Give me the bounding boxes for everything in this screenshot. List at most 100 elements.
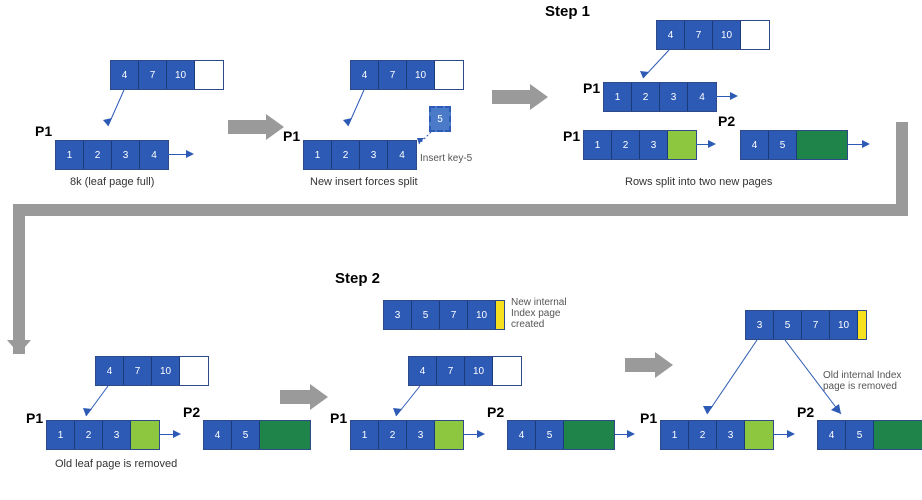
leaf-cell: 4 xyxy=(508,421,536,449)
stageE-leaf-p1: 1 2 3 xyxy=(350,420,464,450)
leaf-cell: 1 xyxy=(604,83,632,111)
leaf-cell: 4 xyxy=(204,421,232,449)
leaf-cell: 3 xyxy=(103,421,131,449)
idx-cell: 10 xyxy=(407,61,435,89)
stageA-index: 4 7 10 xyxy=(110,60,224,90)
p1-label: P1 xyxy=(563,128,580,144)
leaf-cell-free xyxy=(745,421,773,449)
leaf-cell: 3 xyxy=(407,421,435,449)
caption-full: 8k (leaf page full) xyxy=(70,176,154,188)
leaf-cell: 4 xyxy=(388,141,416,169)
caption-oldidx: Old internal Index page is removed xyxy=(823,370,901,392)
idx-cell: 7 xyxy=(437,357,465,385)
leaf-cell: 5 xyxy=(846,421,874,449)
leaf-cell: 4 xyxy=(741,131,769,159)
dashed-arrow xyxy=(415,130,435,150)
link-arrow xyxy=(730,92,738,100)
leaf-cell: 1 xyxy=(584,131,612,159)
caption-oldleaf: Old leaf page is removed xyxy=(55,458,177,470)
idx-cell-empty xyxy=(435,61,463,89)
idx-cell: 10 xyxy=(167,61,195,89)
stageC-old-leaf: 1 2 3 4 xyxy=(603,82,717,112)
leaf-cell-free xyxy=(874,421,922,449)
idx-cell-yellow xyxy=(496,301,504,329)
leaf-cell: 1 xyxy=(47,421,75,449)
leaf-cell: 3 xyxy=(112,141,140,169)
idx-cell: 4 xyxy=(96,357,124,385)
leaf-cell-free xyxy=(131,421,159,449)
caption-split: New insert forces split xyxy=(310,176,418,188)
pointer-arrow xyxy=(390,384,430,424)
idx-cell: 7 xyxy=(440,301,468,329)
step2-label: Step 2 xyxy=(335,270,380,287)
leaf-cell: 4 xyxy=(688,83,716,111)
stageD-index: 4 7 10 xyxy=(95,356,209,386)
p2-label: P2 xyxy=(183,404,200,420)
idx-cell-empty xyxy=(741,21,769,49)
leaf-cell: 1 xyxy=(56,141,84,169)
idx-cell: 3 xyxy=(746,311,774,339)
link-arrow xyxy=(708,140,716,148)
idx-cell: 5 xyxy=(412,301,440,329)
leaf-cell: 4 xyxy=(818,421,846,449)
idx-cell: 7 xyxy=(802,311,830,339)
idx-cell: 7 xyxy=(124,357,152,385)
link-arrow xyxy=(173,430,181,438)
stageC-leaf-p1: 1 2 3 xyxy=(583,130,697,160)
caption-rows: Rows split into two new pages xyxy=(625,176,772,188)
p2-label: P2 xyxy=(718,113,735,129)
link-arrow xyxy=(627,430,635,438)
idx-cell: 4 xyxy=(409,357,437,385)
leaf-cell: 2 xyxy=(689,421,717,449)
leaf-cell: 2 xyxy=(612,131,640,159)
leaf-cell: 2 xyxy=(379,421,407,449)
stageF-index: 3 5 7 10 xyxy=(745,310,867,340)
p1-label: P1 xyxy=(35,123,52,139)
stageE-newindex: 3 5 7 10 xyxy=(383,300,505,330)
stageA-leaf-p1: 1 2 3 4 xyxy=(55,140,169,170)
p2-label: P2 xyxy=(487,404,504,420)
link-arrow xyxy=(787,430,795,438)
stageC-index: 4 7 10 xyxy=(656,20,770,50)
pointer-arrow xyxy=(100,88,140,138)
stageB-leaf-p1: 1 2 3 4 xyxy=(303,140,417,170)
leaf-cell: 2 xyxy=(75,421,103,449)
leaf-cell: 2 xyxy=(632,83,660,111)
link-line xyxy=(168,154,186,155)
idx-cell: 7 xyxy=(139,61,167,89)
stageE-oldindex: 4 7 10 xyxy=(408,356,522,386)
p1-label: P1 xyxy=(283,128,300,144)
pointer-arrow xyxy=(80,384,120,424)
leaf-cell: 1 xyxy=(304,141,332,169)
leaf-cell: 5 xyxy=(769,131,797,159)
idx-cell-yellow xyxy=(858,311,866,339)
caption-newidx: New internal Index page created xyxy=(511,297,567,330)
idx-cell-empty xyxy=(493,357,521,385)
link-line xyxy=(716,96,730,97)
leaf-cell: 1 xyxy=(661,421,689,449)
stageD-leaf-p2: 4 5 xyxy=(203,420,311,450)
link-arrow xyxy=(862,140,870,148)
leaf-cell: 3 xyxy=(640,131,668,159)
idx-cell: 3 xyxy=(384,301,412,329)
stageB-index: 4 7 10 xyxy=(350,60,464,90)
link-line xyxy=(463,434,477,435)
leaf-cell: 3 xyxy=(660,83,688,111)
idx-cell: 10 xyxy=(152,357,180,385)
stageF-leaf-p1: 1 2 3 xyxy=(660,420,774,450)
leaf-cell-free xyxy=(564,421,614,449)
idx-cell: 5 xyxy=(774,311,802,339)
link-arrow xyxy=(477,430,485,438)
leaf-cell: 2 xyxy=(332,141,360,169)
insert-key5: 5 xyxy=(429,106,451,132)
p1-label: P1 xyxy=(583,80,600,96)
p2-label: P2 xyxy=(797,404,814,420)
link-line xyxy=(773,434,787,435)
insert-key-caption: Insert key-5 xyxy=(420,153,472,164)
idx-cell: 10 xyxy=(468,301,496,329)
leaf-cell-free xyxy=(668,131,696,159)
idx-cell: 10 xyxy=(830,311,858,339)
stageC-leaf-p2: 4 5 xyxy=(740,130,848,160)
idx-cell: 4 xyxy=(657,21,685,49)
leaf-cell: 2 xyxy=(84,141,112,169)
